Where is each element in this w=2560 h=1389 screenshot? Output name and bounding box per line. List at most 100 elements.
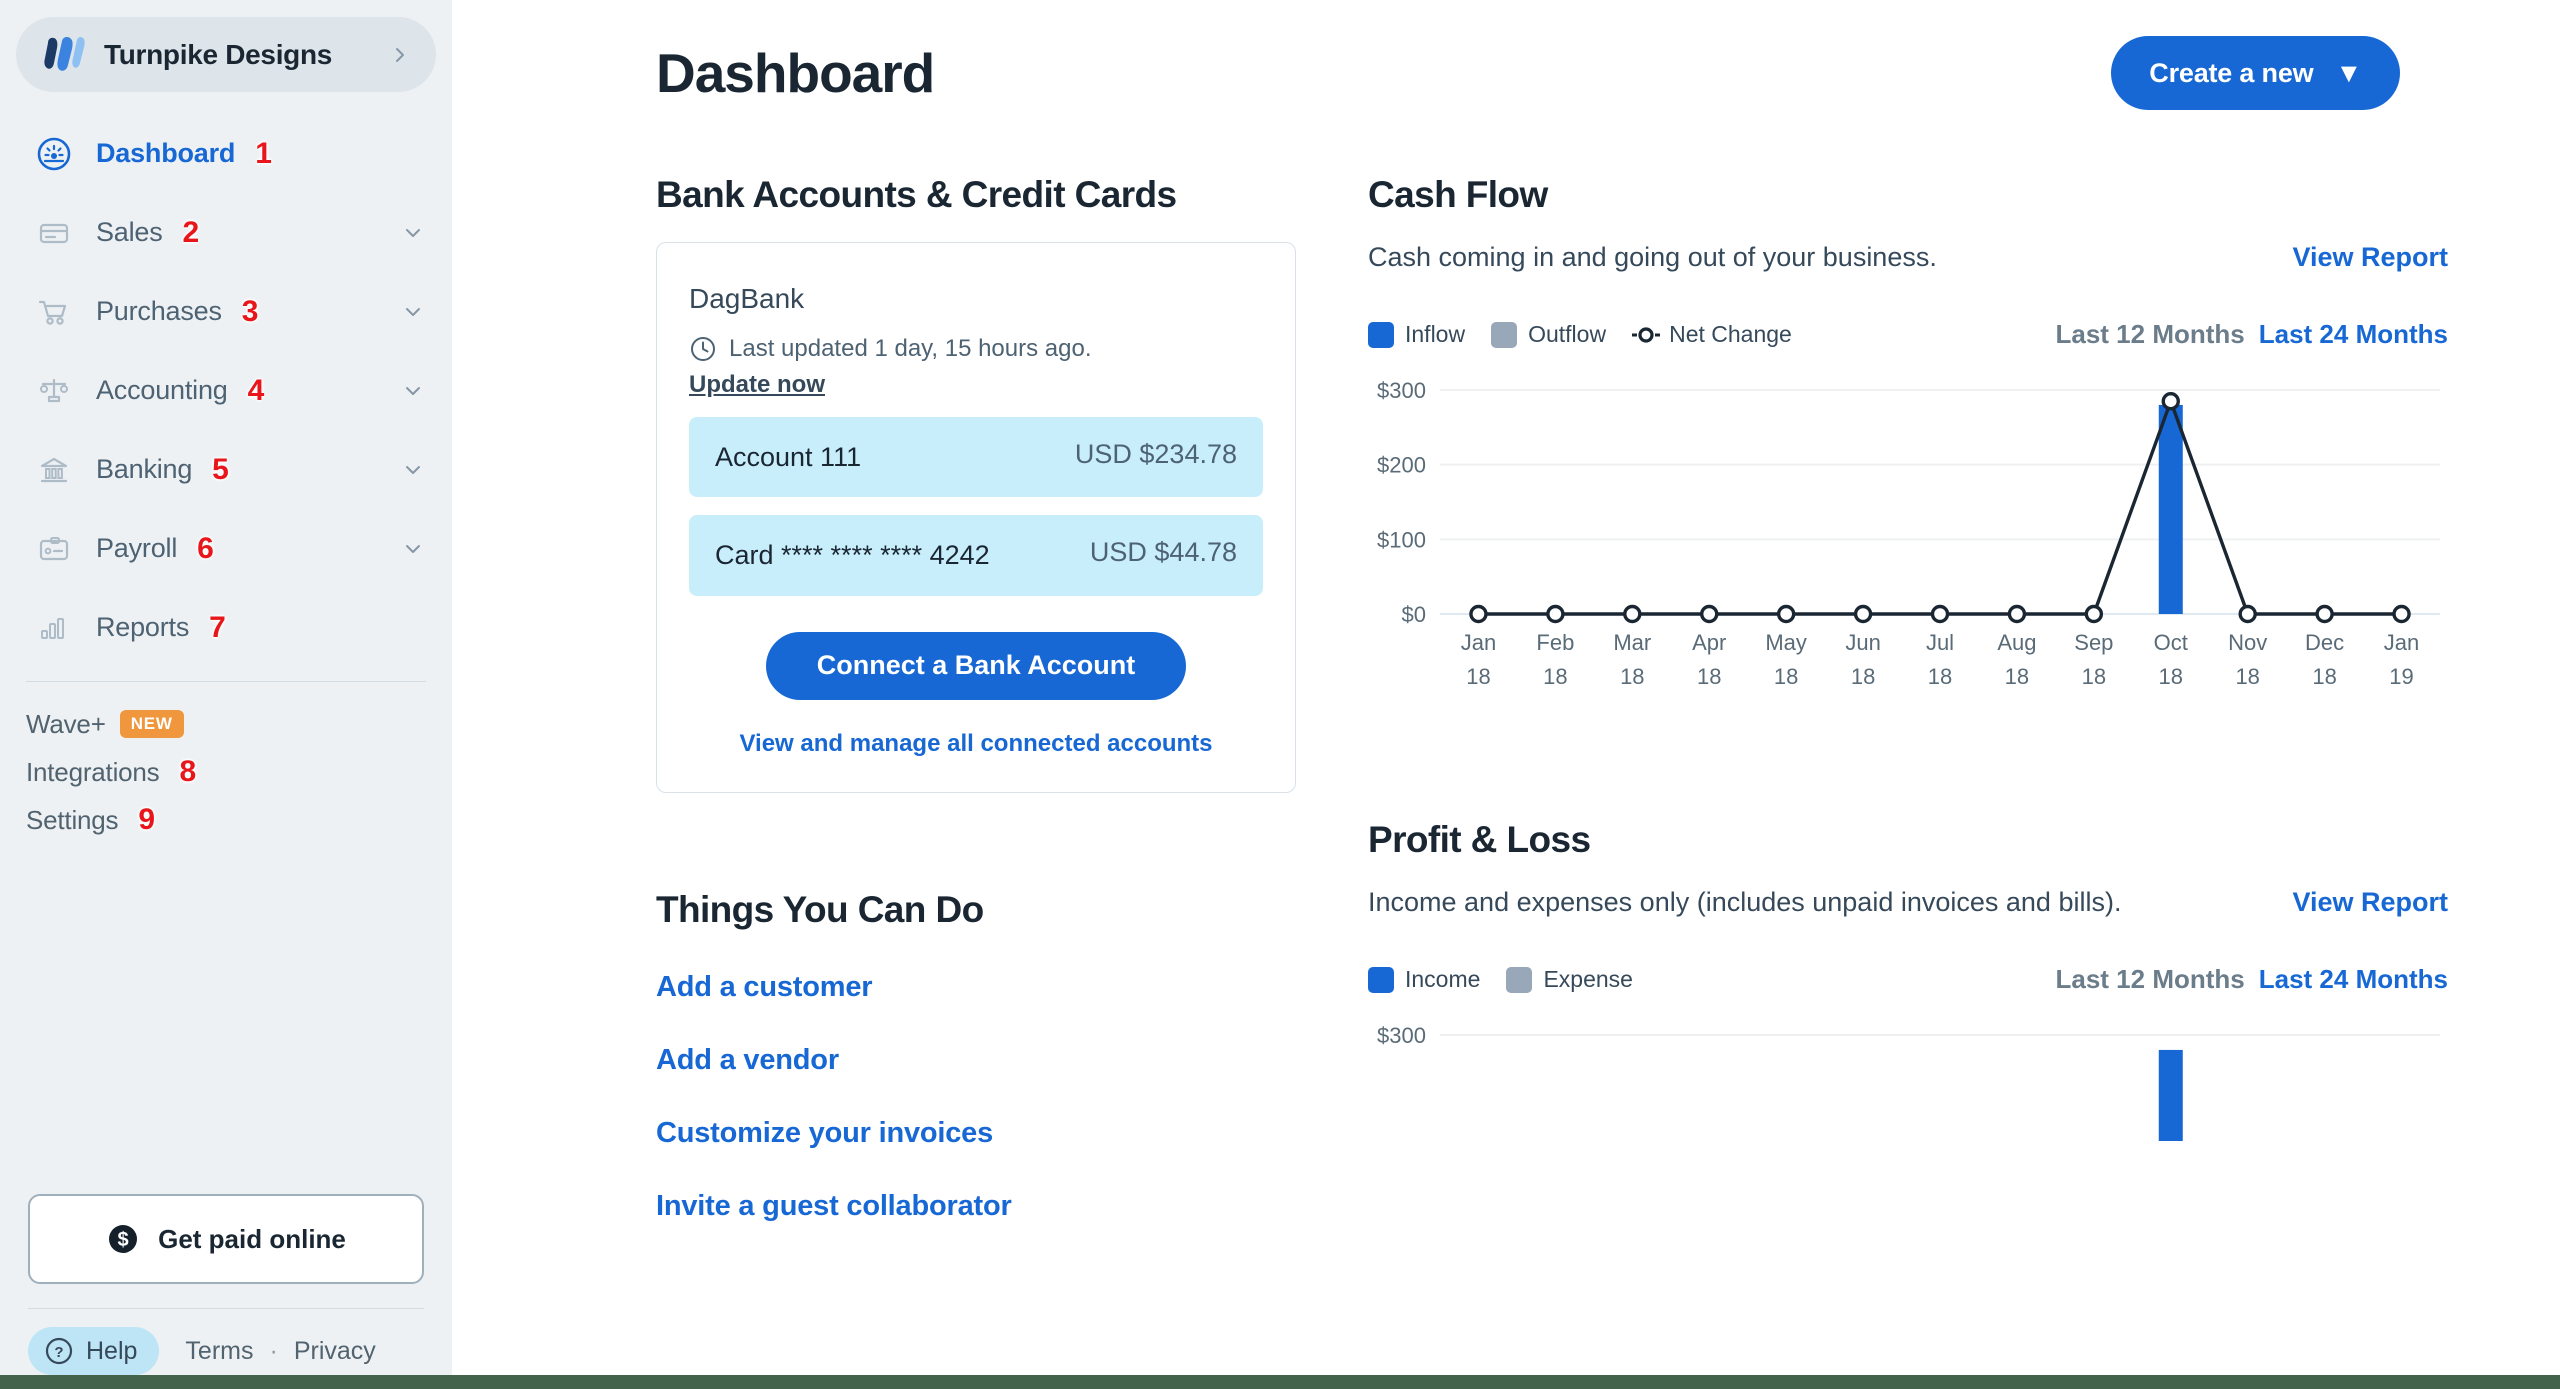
id-badge-icon [39, 536, 69, 560]
sidebar-item-sales[interactable]: Sales 2 [0, 193, 452, 272]
get-paid-online-label: Get paid online [158, 1223, 346, 1254]
help-button[interactable]: ? Help [28, 1327, 160, 1375]
cash-flow-range-24-months[interactable]: Last 24 Months [2259, 319, 2448, 350]
svg-text:$100: $100 [1377, 527, 1426, 552]
chevron-down-icon[interactable] [402, 380, 424, 402]
svg-text:18: 18 [1620, 664, 1644, 689]
sidebar-item-dashboard[interactable]: Dashboard 1 [0, 114, 452, 193]
legend-item-income: Income [1368, 966, 1480, 993]
annotation-marker-6: 6 [197, 531, 214, 565]
create-a-new-label: Create a new [2149, 57, 2314, 88]
sidebar-item-label: Settings [26, 804, 119, 835]
legend-item-net-change: Net Change [1632, 321, 1792, 348]
bank-account-row[interactable]: Account 111 USD $234.78 [689, 417, 1263, 498]
legend-item-inflow: Inflow [1368, 321, 1465, 348]
profit-loss-chart: $300 [1368, 1021, 2448, 1250]
svg-text:Mar: Mar [1613, 630, 1651, 655]
account-name: Account 111 [715, 442, 862, 472]
sidebar-item-label: Wave+ [26, 708, 106, 739]
update-now-link[interactable]: Update now [689, 371, 825, 399]
scales-icon [40, 378, 68, 402]
svg-text:18: 18 [1851, 664, 1875, 689]
card-icon [39, 223, 69, 243]
legend-label: Expense [1543, 966, 1633, 992]
svg-text:18: 18 [2082, 664, 2106, 689]
svg-text:18: 18 [1928, 664, 1952, 689]
annotation-marker-9: 9 [138, 803, 155, 836]
sidebar-item-label: Sales [96, 217, 163, 247]
manage-connected-accounts-link[interactable]: View and manage all connected accounts [689, 730, 1263, 758]
sidebar-divider [26, 681, 426, 682]
terms-link[interactable]: Terms [185, 1337, 253, 1366]
svg-text:Sep: Sep [2074, 630, 2113, 655]
invite-a-guest-collaborator-link[interactable]: Invite a guest collaborator [656, 1190, 1296, 1223]
annotation-marker-4: 4 [247, 373, 265, 407]
dashboard-columns: Bank Accounts & Credit Cards DagBank Las… [656, 174, 2448, 1250]
annotation-marker-8: 8 [179, 755, 196, 788]
svg-text:Nov: Nov [2228, 630, 2267, 655]
sidebar-item-label: Purchases [96, 296, 222, 326]
profit-loss-range-12-months[interactable]: Last 12 Months [2056, 964, 2245, 995]
cart-icon [38, 300, 67, 325]
sidebar-item-purchases[interactable]: Purchases 3 [0, 272, 452, 351]
legend-label: Income [1405, 966, 1481, 992]
things-you-can-do-section: Things You Can Do Add a customer Add a v… [656, 889, 1296, 1223]
svg-text:$300: $300 [1377, 378, 1426, 403]
main-content: Dashboard Create a new ▼ Bank Accounts &… [452, 0, 2560, 1375]
chevron-down-icon[interactable] [402, 459, 424, 481]
svg-text:18: 18 [2312, 664, 2336, 689]
svg-text:18: 18 [2159, 664, 2183, 689]
chevron-down-icon[interactable] [402, 538, 424, 560]
customize-your-invoices-link[interactable]: Customize your invoices [656, 1117, 1296, 1150]
profit-loss-range-24-months[interactable]: Last 24 Months [2259, 964, 2448, 995]
svg-text:?: ? [54, 1344, 63, 1361]
sidebar-item-integrations[interactable]: Integrations 8 [26, 748, 426, 796]
privacy-link[interactable]: Privacy [294, 1337, 376, 1366]
sidebar-item-wave-plus[interactable]: Wave+ NEW [26, 700, 426, 748]
svg-text:18: 18 [2005, 664, 2029, 689]
business-switcher[interactable]: Turnpike Designs [16, 17, 436, 92]
sidebar-item-label: Accounting [96, 375, 228, 405]
sidebar-item-banking[interactable]: Banking 5 [0, 430, 452, 509]
profit-loss-title: Profit & Loss [1368, 819, 1591, 860]
account-name: Card **** **** **** 4242 [715, 540, 990, 571]
profit-loss-legend: Income Expense Last 12 Months Last 24 Mo… [1368, 964, 2448, 995]
sidebar-item-reports[interactable]: Reports 7 [0, 588, 452, 667]
legend-item-outflow: Outflow [1491, 321, 1606, 348]
get-paid-online-button[interactable]: $ Get paid online [28, 1194, 424, 1284]
wave-logo-icon [44, 36, 85, 71]
profit-loss-view-report-link[interactable]: View Report [2292, 887, 2448, 918]
cash-flow-subtitle-row: Cash coming in and going out of your bus… [1368, 242, 2448, 273]
last-updated-row: Last updated 1 day, 15 hours ago. [689, 335, 1263, 363]
chevron-down-icon[interactable] [402, 301, 424, 323]
add-a-customer-link[interactable]: Add a customer [656, 971, 1296, 1004]
svg-text:Jul: Jul [1926, 630, 1954, 655]
create-a-new-button[interactable]: Create a new ▼ [2111, 36, 2400, 110]
legend-label: Inflow [1405, 321, 1466, 347]
cash-flow-view-report-link[interactable]: View Report [2292, 242, 2448, 273]
add-a-vendor-link[interactable]: Add a vendor [656, 1044, 1296, 1077]
footer-separator: · [269, 1336, 278, 1365]
business-name: Turnpike Designs [104, 38, 333, 70]
connect-bank-account-button[interactable]: Connect a Bank Account [766, 631, 1186, 700]
cash-flow-section: Cash Flow Cash coming in and going out o… [1368, 174, 2448, 711]
sidebar-item-accounting[interactable]: Accounting 4 [0, 351, 452, 430]
page-header: Dashboard Create a new ▼ [656, 0, 2400, 110]
dashboard-page: Turnpike Designs Dashboard 1 Sales 2 Pur… [0, 0, 2560, 1389]
outflow-swatch-icon [1491, 321, 1518, 348]
svg-text:$300: $300 [1377, 1023, 1426, 1048]
income-swatch-icon [1368, 966, 1394, 993]
svg-text:$: $ [118, 1229, 129, 1251]
account-balance: USD $234.78 [1074, 439, 1237, 469]
sidebar-item-settings[interactable]: Settings 9 [26, 796, 426, 844]
clock-icon [691, 337, 715, 361]
last-updated-text: Last updated 1 day, 15 hours ago. [729, 335, 1092, 362]
bank-account-row[interactable]: Card **** **** **** 4242 USD $44.78 [689, 515, 1263, 596]
net-change-marker-icon [1632, 326, 1661, 343]
profit-loss-subtitle: Income and expenses only (includes unpai… [1368, 887, 2122, 917]
cash-flow-range-12-months[interactable]: Last 12 Months [2056, 319, 2245, 350]
chevron-down-icon[interactable] [402, 222, 424, 244]
sidebar-item-payroll[interactable]: Payroll 6 [0, 509, 452, 588]
annotation-marker-7: 7 [209, 610, 226, 644]
cash-flow-legend: Inflow Outflow Net Change Last 12 Months… [1368, 319, 2448, 350]
